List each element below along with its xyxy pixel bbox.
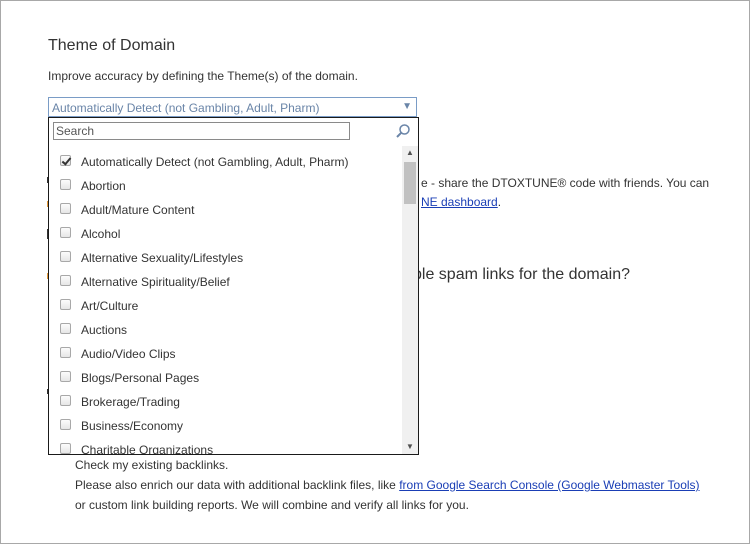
option-item[interactable]: Auctions: [49, 318, 401, 342]
option-item[interactable]: Brokerage/Trading: [49, 390, 401, 414]
dashboard-link[interactable]: NE dashboard: [421, 195, 498, 209]
option-list: Automatically Detect (not Gambling, Adul…: [49, 146, 401, 454]
page-frame: Theme of Domain Improve accuracy by defi…: [0, 0, 750, 544]
option-item[interactable]: Alcohol: [49, 222, 401, 246]
theme-select-value: Automatically Detect (not Gambling, Adul…: [52, 101, 320, 115]
scroll-down-arrow-icon[interactable]: ▼: [402, 440, 418, 454]
option-item[interactable]: Charitable Organizations: [49, 438, 401, 454]
option-checkbox[interactable]: [60, 155, 71, 166]
search-input[interactable]: [53, 122, 350, 140]
check-existing-text: Check my existing backlinks.: [75, 458, 229, 472]
option-checkbox[interactable]: [60, 395, 71, 406]
theme-dropdown: Automatically Detect (not Gambling, Adul…: [48, 117, 419, 455]
option-checkbox[interactable]: [60, 179, 71, 190]
option-label: Audio/Video Clips: [81, 347, 176, 361]
option-label: Brokerage/Trading: [81, 395, 180, 409]
option-item[interactable]: Art/Culture: [49, 294, 401, 318]
option-label: Alcohol: [81, 227, 121, 241]
combine-text: or custom link building reports. We will…: [75, 498, 469, 512]
option-item[interactable]: Business/Economy: [49, 414, 401, 438]
option-checkbox[interactable]: [60, 419, 71, 430]
option-item[interactable]: Abortion: [49, 174, 401, 198]
scroll-up-arrow-icon[interactable]: ▲: [402, 146, 418, 160]
option-label: Abortion: [81, 179, 126, 193]
option-checkbox[interactable]: [60, 251, 71, 262]
option-label: Business/Economy: [81, 419, 184, 433]
option-label: Adult/Mature Content: [81, 203, 195, 217]
option-checkbox[interactable]: [60, 371, 71, 382]
option-label: Charitable Organizations: [81, 443, 214, 454]
share-text: e - share the DTOXTUNE® code with friend…: [421, 176, 710, 190]
enrich-prefix: Please also enrich our data with additio…: [75, 478, 400, 492]
option-item[interactable]: Adult/Mature Content: [49, 198, 401, 222]
search-icon[interactable]: [395, 123, 411, 139]
option-label: Blogs/Personal Pages: [81, 371, 200, 385]
option-checkbox[interactable]: [60, 275, 71, 286]
dashboard-line: NE dashboard.: [421, 195, 501, 209]
chevron-down-icon[interactable]: ▼: [402, 101, 412, 112]
option-checkbox[interactable]: [60, 227, 71, 238]
option-checkbox[interactable]: [60, 203, 71, 214]
option-label: Automatically Detect (not Gambling, Adul…: [81, 155, 349, 169]
option-item[interactable]: Audio/Video Clips: [49, 342, 401, 366]
enrich-text: Please also enrich our data with additio…: [75, 478, 700, 492]
dropdown-scrollbar[interactable]: ▲ ▼: [402, 146, 418, 454]
option-checkbox[interactable]: [60, 347, 71, 358]
option-checkbox[interactable]: [60, 323, 71, 334]
option-item[interactable]: Alternative Spirituality/Belief: [49, 270, 401, 294]
spam-links-question: ple spam links for the domain?: [413, 266, 630, 283]
theme-description: Improve accuracy by defining the Theme(s…: [48, 69, 358, 83]
option-label: Auctions: [81, 323, 128, 337]
option-item[interactable]: Automatically Detect (not Gambling, Adul…: [49, 150, 401, 174]
option-label: Art/Culture: [81, 299, 139, 313]
option-checkbox[interactable]: [60, 299, 71, 310]
option-checkbox[interactable]: [60, 443, 71, 454]
option-label: Alternative Sexuality/Lifestyles: [81, 251, 244, 265]
option-item[interactable]: Blogs/Personal Pages: [49, 366, 401, 390]
scroll-thumb[interactable]: [404, 162, 416, 204]
dashboard-suffix: .: [497, 195, 502, 209]
theme-title: Theme of Domain: [48, 37, 176, 54]
theme-select[interactable]: Automatically Detect (not Gambling, Adul…: [48, 97, 417, 117]
option-label: Alternative Spirituality/Belief: [81, 275, 230, 289]
option-item[interactable]: Alternative Sexuality/Lifestyles: [49, 246, 401, 270]
gsc-link[interactable]: from Google Search Console (Google Webma…: [399, 478, 699, 492]
